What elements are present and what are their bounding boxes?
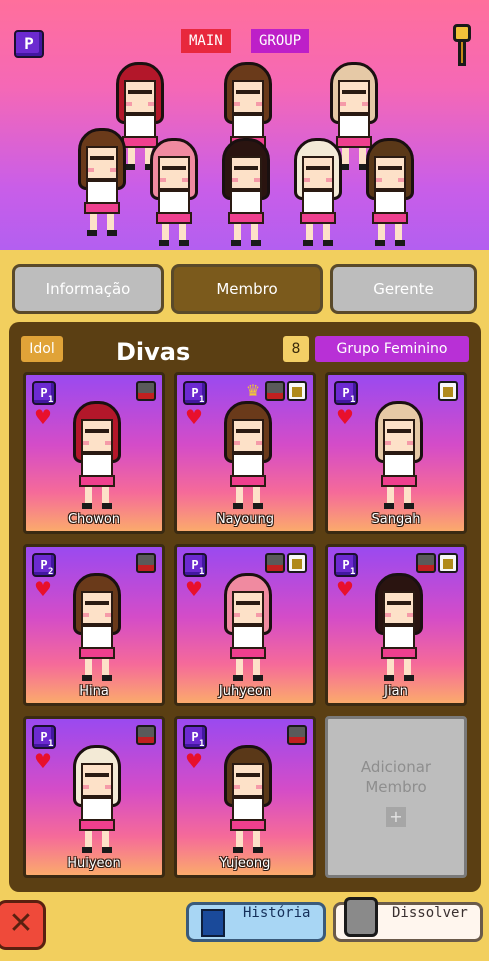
banner-idol-figure — [216, 138, 276, 248]
heart-icon: ♥ — [34, 749, 52, 773]
pp-level-number: 1 — [48, 739, 54, 749]
member-card[interactable]: P 1 ♥ Huiyeon — [23, 716, 165, 878]
member-name: Hina — [79, 684, 109, 699]
status-icons — [438, 381, 458, 401]
heart-icon: ♥ — [336, 577, 354, 601]
heart-icon: ♥ — [336, 405, 354, 429]
pp-level-number: 1 — [199, 567, 205, 577]
close-button[interactable]: ✕ — [0, 900, 46, 950]
banner-idol-figure — [360, 138, 420, 248]
member-card[interactable]: P 1 ♥ Juhyeon — [174, 544, 316, 706]
pp-level-number: 1 — [199, 395, 205, 405]
status-icons — [265, 553, 307, 573]
idol-badge: Idol — [21, 336, 63, 362]
group-banner: P MAIN GROUP — [0, 0, 489, 250]
pp-level-number: 1 — [48, 395, 54, 405]
mask-icon — [265, 381, 285, 401]
group-name: Divas — [116, 338, 191, 366]
history-button[interactable]: História — [186, 902, 326, 942]
status-icons — [136, 553, 156, 573]
member-name: Sangah — [371, 512, 421, 527]
member-name: Chowon — [67, 512, 121, 527]
pp-level-number: 1 — [350, 395, 356, 405]
status-icons — [136, 381, 156, 401]
member-name: Nayoung — [215, 512, 275, 527]
members-panel: Idol Divas 8 Grupo Feminino P 1 ♥ Chowon P 1 ♥… — [9, 322, 481, 892]
status-icons — [287, 725, 307, 745]
add-member-button[interactable]: Adicionar Membro + — [325, 716, 467, 878]
boot-icon — [438, 553, 458, 573]
status-icons: ♛ — [243, 381, 307, 401]
pp-level-number: 1 — [350, 567, 356, 577]
member-portrait — [218, 573, 278, 683]
member-portrait — [218, 745, 278, 855]
boot-icon — [438, 381, 458, 401]
member-portrait — [369, 401, 429, 511]
member-portrait — [67, 401, 127, 511]
tab-members[interactable]: Membro — [171, 264, 323, 314]
status-icons — [136, 725, 156, 745]
mask-icon — [287, 725, 307, 745]
banner-idol-figure — [288, 138, 348, 248]
tab-bar: Informação Membro Gerente — [12, 264, 477, 314]
member-card[interactable]: P 1 ♥ Yujeong — [174, 716, 316, 878]
group-type-badge: Grupo Feminino — [315, 336, 469, 362]
status-icons — [416, 553, 458, 573]
tab-manager[interactable]: Gerente — [330, 264, 477, 314]
history-label: História — [243, 905, 311, 921]
banner-idol-figure — [144, 138, 204, 248]
microphone-icon[interactable] — [450, 24, 474, 68]
heart-icon: ♥ — [185, 405, 203, 429]
banner-idol-figure — [72, 128, 132, 238]
member-name: Juhyeon — [218, 684, 272, 699]
add-member-label-line2: Membro — [365, 778, 427, 796]
dissolve-label: Dissolver — [392, 905, 468, 921]
mask-icon — [136, 725, 156, 745]
tab-information[interactable]: Informação — [12, 264, 164, 314]
member-portrait — [67, 745, 127, 855]
pp-level-number: 2 — [48, 567, 54, 577]
member-name: Jian — [384, 684, 408, 699]
group-tag: GROUP — [251, 29, 310, 53]
plus-icon: + — [386, 807, 406, 827]
boot-icon — [287, 553, 307, 573]
heart-icon: ♥ — [34, 405, 52, 429]
member-portrait — [218, 401, 278, 511]
mask-icon — [136, 553, 156, 573]
heart-icon: ♥ — [34, 577, 52, 601]
member-count-badge: 8 — [283, 336, 309, 362]
member-card[interactable]: P 1 ♥ ♛ Nayoung — [174, 372, 316, 534]
add-member-label-line1: Adicionar — [360, 758, 432, 776]
mask-icon — [265, 553, 285, 573]
heart-icon: ♥ — [185, 749, 203, 773]
dissolve-button[interactable]: Dissolver — [333, 897, 483, 942]
book-icon — [201, 909, 225, 937]
member-card[interactable]: P 1 ♥ Sangah — [325, 372, 467, 534]
member-card[interactable]: P 1 ♥ Jian — [325, 544, 467, 706]
member-portrait — [67, 573, 127, 683]
member-card[interactable]: P 2 ♥ Hina — [23, 544, 165, 706]
member-portrait — [369, 573, 429, 683]
member-name: Huiyeon — [67, 856, 121, 871]
member-name: Yujeong — [219, 856, 271, 871]
mask-icon — [416, 553, 436, 573]
boot-icon — [287, 381, 307, 401]
pp-logo-icon: P — [14, 30, 44, 58]
crown-icon: ♛ — [245, 381, 261, 400]
heart-icon: ♥ — [185, 577, 203, 601]
pp-level-number: 1 — [199, 739, 205, 749]
trash-can-icon — [344, 897, 378, 937]
mask-icon — [136, 381, 156, 401]
main-tag: MAIN — [181, 29, 231, 53]
member-card[interactable]: P 1 ♥ Chowon — [23, 372, 165, 534]
